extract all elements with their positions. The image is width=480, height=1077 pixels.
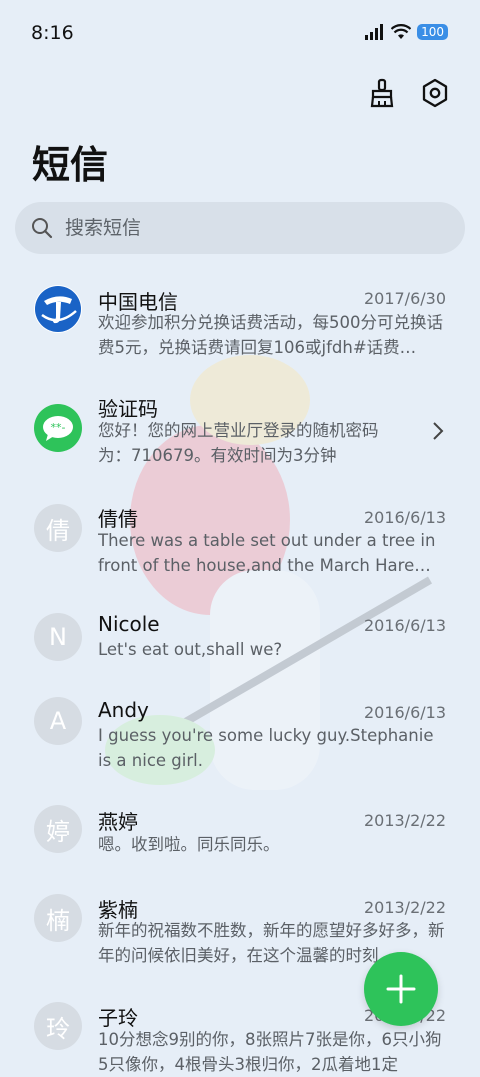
conversation-item[interactable]: 倩 倩倩 2016/6/13 There was a table set out… — [0, 500, 480, 600]
status-icons: 100 — [365, 24, 448, 40]
message-preview: 欢迎参加积分兑换话费活动，每500分可兑换话费5元，兑换话费请回复106或jfd… — [98, 313, 443, 357]
conversation-item[interactable]: N Nicole 2016/6/13 Let's eat out,shall w… — [0, 610, 480, 690]
contact-avatar: 婷 — [34, 805, 82, 853]
contact-avatar: A — [34, 697, 82, 745]
message-preview: Let's eat out,shall we? — [98, 640, 283, 659]
contact-name: Andy — [98, 698, 149, 722]
message-date: 2016/6/13 — [363, 703, 446, 722]
broom-icon — [370, 78, 394, 108]
status-time: 8:16 — [31, 22, 74, 44]
contact-name: Nicole — [98, 612, 160, 636]
message-date: 2013/2/22 — [363, 811, 446, 830]
signal-icon — [365, 24, 384, 40]
china-telecom-logo-icon — [35, 286, 81, 332]
contact-avatar: 楠 — [34, 894, 82, 942]
message-date: 2017/6/30 — [363, 289, 446, 308]
china-telecom-avatar — [34, 285, 82, 333]
battery-indicator: 100 — [417, 24, 448, 40]
message-preview: 10分想念9别的你，8张照片7张是你，6只小狗5只像你，4根骨头3根归你，2瓜着… — [98, 1030, 442, 1074]
new-message-button[interactable] — [364, 952, 438, 1026]
conversation-item[interactable]: 婷 燕婷 2013/2/22 嗯。收到啦。同乐同乐。 — [0, 802, 480, 882]
status-bar: 8:16 100 — [0, 0, 480, 68]
chevron-right-icon — [433, 422, 444, 440]
chat-bubble-icon: **- — [43, 416, 73, 441]
svg-text:**-: **- — [51, 421, 66, 434]
message-preview: I guess you're some lucky guy.Stephanie … — [98, 726, 434, 770]
contact-avatar: 倩 — [34, 504, 82, 552]
settings-button[interactable] — [418, 76, 452, 110]
contact-name: 燕婷 — [98, 810, 138, 834]
verification-code-avatar: **- — [34, 404, 82, 452]
conversation-item[interactable]: A Andy 2016/6/13 I guess you're some luc… — [0, 694, 480, 794]
message-preview: There was a table set out under a tree i… — [98, 531, 436, 575]
settings-icon — [422, 78, 448, 108]
plus-icon — [386, 974, 416, 1004]
search-icon — [32, 218, 53, 239]
message-preview: 嗯。收到啦。同乐同乐。 — [98, 835, 280, 854]
search-input[interactable] — [63, 216, 427, 240]
search-bar[interactable] — [15, 202, 465, 254]
message-date: 2016/6/13 — [363, 616, 446, 635]
contact-avatar: N — [34, 613, 82, 661]
message-date: 2016/6/13 — [363, 508, 446, 527]
message-date: 2013/2/22 — [363, 898, 446, 917]
page-title: 短信 — [32, 143, 109, 187]
conversation-item[interactable]: 中国电信 2017/6/30 欢迎参加积分兑换话费活动，每500分可兑换话费5元… — [0, 272, 480, 382]
clean-button[interactable] — [366, 76, 400, 110]
header-toolbar — [366, 76, 452, 110]
wifi-icon — [391, 24, 412, 39]
conversation-item[interactable]: **- 验证码 您好！您的网上营业厅登录的随机密码为：710679。有效时间为3… — [0, 390, 480, 490]
message-preview: 您好！您的网上营业厅登录的随机密码为：710679。有效时间为3分钟 — [98, 421, 379, 465]
contact-avatar: 玲 — [34, 1002, 82, 1050]
